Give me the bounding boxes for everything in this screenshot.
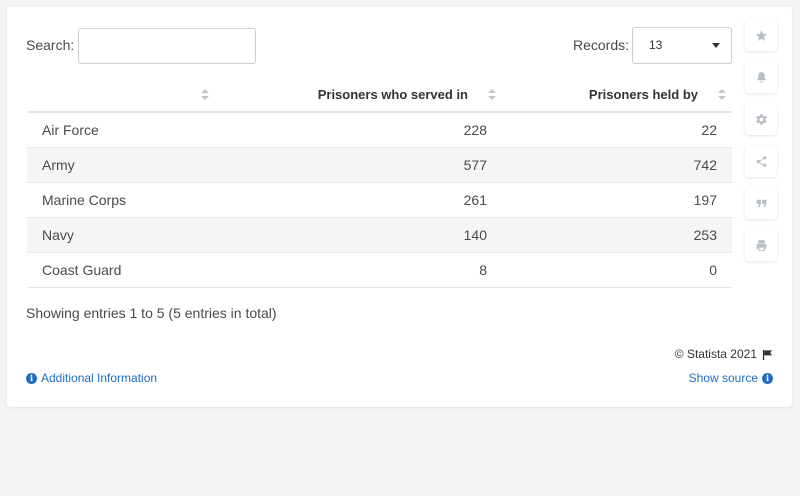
table-row: Navy 140 253	[27, 217, 732, 253]
column-header-name[interactable]	[27, 78, 215, 113]
gear-icon	[755, 113, 767, 125]
table-row: Air Force 228 22	[27, 112, 732, 148]
sort-icon	[718, 89, 726, 101]
cell-held-by: 197	[502, 182, 732, 218]
data-table: Prisoners who served in Prisoners held b…	[27, 78, 732, 288]
search-input[interactable]	[78, 28, 256, 64]
records-label: Records:	[573, 37, 630, 53]
table-row: Marine Corps 261 197	[27, 182, 732, 218]
show-source-label: Show source	[688, 371, 758, 385]
star-icon	[755, 29, 767, 41]
cell-held-by: 253	[502, 217, 732, 253]
cell-served-in: 577	[215, 147, 502, 183]
share-button[interactable]	[745, 145, 777, 177]
settings-button[interactable]	[745, 103, 777, 135]
records-select[interactable]: 13	[632, 27, 732, 64]
column-header-label: Prisoners who served in	[317, 87, 468, 102]
sort-icon	[488, 89, 496, 101]
table-row: Coast Guard 8 0	[27, 252, 732, 288]
cell-branch: Navy	[27, 217, 215, 253]
cell-held-by: 22	[502, 112, 732, 148]
cell-served-in: 140	[215, 217, 502, 253]
table-header-row: Prisoners who served in Prisoners held b…	[27, 78, 732, 113]
additional-information-link[interactable]: i Additional Information	[26, 371, 157, 385]
cell-served-in: 261	[215, 182, 502, 218]
info-icon: i	[26, 372, 37, 384]
column-header-held-by[interactable]: Prisoners held by	[502, 78, 732, 113]
cell-served-in: 8	[215, 252, 502, 288]
copyright-text: © Statista 2021	[674, 347, 757, 361]
additional-information-label: Additional Information	[41, 371, 158, 385]
statistic-card: Search: Records: 13 Prisoners who served…	[7, 7, 792, 407]
copyright: © Statista 2021	[675, 347, 773, 361]
cell-branch: Army	[27, 147, 215, 183]
flag-icon[interactable]	[762, 349, 773, 360]
side-toolbar	[745, 19, 777, 261]
table-row: Army 577 742	[27, 147, 732, 183]
cell-held-by: 0	[502, 252, 732, 288]
share-icon	[756, 155, 766, 167]
cell-branch: Marine Corps	[27, 182, 215, 218]
bell-icon	[756, 71, 766, 83]
notification-button[interactable]	[745, 61, 777, 93]
column-header-label: Prisoners held by	[588, 87, 698, 102]
sort-icon	[201, 89, 209, 101]
print-icon	[756, 239, 766, 251]
cell-held-by: 742	[502, 147, 732, 183]
cell-served-in: 228	[215, 112, 502, 148]
entries-info: Showing entries 1 to 5 (5 entries in tot…	[26, 305, 277, 321]
quote-icon	[756, 199, 766, 207]
search-label: Search:	[26, 37, 75, 53]
cite-button[interactable]	[745, 187, 777, 219]
records-select-value: 13	[649, 38, 663, 52]
info-icon: i	[762, 372, 773, 384]
show-source-link[interactable]: Show source i	[689, 371, 773, 385]
print-button[interactable]	[745, 229, 777, 261]
column-header-served-in[interactable]: Prisoners who served in	[215, 78, 502, 113]
caret-down-icon	[712, 43, 720, 48]
favorite-button[interactable]	[745, 19, 777, 51]
cell-branch: Coast Guard	[27, 252, 215, 288]
cell-branch: Air Force	[27, 112, 215, 148]
